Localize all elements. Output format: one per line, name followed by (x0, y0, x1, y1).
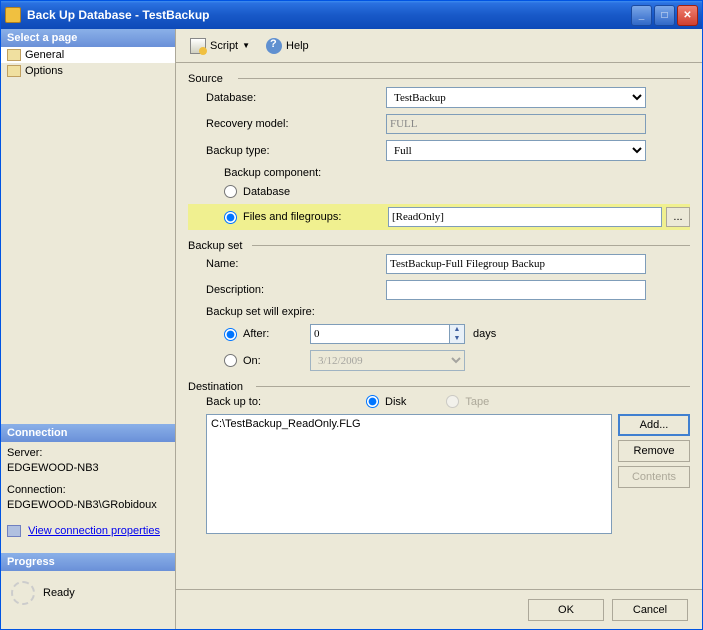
select-page-header: Select a page (1, 29, 175, 47)
ok-button[interactable]: OK (528, 599, 604, 621)
browse-filegroups-button[interactable]: ... (666, 207, 690, 227)
backup-description-field[interactable] (386, 280, 646, 300)
progress-header: Progress (1, 553, 175, 571)
radio-on[interactable]: On: (224, 354, 310, 367)
radio-files-filegroups[interactable]: Files and filegroups: (224, 211, 388, 224)
back-up-to-label: Back up to: (206, 396, 366, 408)
window-title: Back Up Database - TestBackup (27, 8, 631, 22)
add-button[interactable]: Add... (618, 414, 690, 436)
recovery-model-field (386, 114, 646, 134)
footer: OK Cancel (176, 589, 702, 629)
progress-area: Ready (1, 571, 175, 629)
description-label: Description: (206, 284, 386, 296)
sidebar-item-label: General (25, 49, 64, 61)
contents-button: Contents (618, 466, 690, 488)
expire-label: Backup set will expire: (206, 306, 315, 318)
recovery-model-label: Recovery model: (206, 118, 386, 130)
backup-set-legend: Backup set (188, 240, 246, 252)
destination-fieldset: Destination Back up to: Disk Tape (188, 381, 690, 534)
radio-tape: Tape (446, 395, 489, 408)
destination-legend: Destination (188, 381, 247, 393)
help-label: Help (286, 40, 309, 52)
source-fieldset: Source Database: TestBackup Recovery mod… (188, 73, 690, 236)
server-label: Server: (7, 446, 169, 461)
radio-disk[interactable]: Disk (366, 395, 406, 408)
script-label: Script (210, 40, 238, 52)
toolbar: Script ▼ Help (176, 29, 702, 63)
page-icon (7, 49, 21, 61)
name-label: Name: (206, 258, 386, 270)
radio-disk-input[interactable] (366, 395, 379, 408)
chevron-down-icon: ▼ (242, 41, 250, 50)
minimize-button[interactable]: _ (631, 5, 652, 26)
database-select[interactable]: TestBackup (386, 87, 646, 108)
page-icon (7, 65, 21, 77)
source-legend: Source (188, 73, 227, 85)
radio-database-input[interactable] (224, 185, 237, 198)
cancel-button[interactable]: Cancel (612, 599, 688, 621)
after-days-field[interactable] (310, 324, 450, 344)
radio-tape-input (446, 395, 459, 408)
help-icon (266, 38, 282, 54)
titlebar[interactable]: Back Up Database - TestBackup _ □ ✕ (1, 1, 702, 29)
maximize-button[interactable]: □ (654, 5, 675, 26)
filegroups-field[interactable] (388, 207, 662, 227)
server-value: EDGEWOOD-NB3 (7, 461, 169, 476)
connection-info: Server: EDGEWOOD-NB3 Connection: EDGEWOO… (1, 442, 175, 543)
destination-list[interactable]: C:\TestBackup_ReadOnly.FLG (206, 414, 612, 534)
help-button[interactable]: Help (260, 35, 315, 57)
backup-name-field[interactable] (386, 254, 646, 274)
sidebar-item-label: Options (25, 65, 63, 77)
spinner-buttons[interactable]: ▲▼ (450, 324, 465, 344)
days-unit: days (473, 328, 496, 340)
script-icon (190, 38, 206, 54)
progress-status: Ready (43, 587, 75, 599)
app-icon (5, 7, 21, 23)
backup-component-label: Backup component: (224, 167, 321, 179)
radio-after-input[interactable] (224, 328, 237, 341)
connection-header: Connection (1, 424, 175, 442)
close-button[interactable]: ✕ (677, 5, 698, 26)
radio-after[interactable]: After: (224, 328, 310, 341)
properties-icon (7, 525, 21, 537)
progress-spinner-icon (11, 581, 35, 605)
backup-set-fieldset: Backup set Name: Description: Backup set… (188, 240, 690, 377)
connection-value: EDGEWOOD-NB3\GRobidoux (7, 498, 169, 513)
destination-list-item[interactable]: C:\TestBackup_ReadOnly.FLG (209, 417, 609, 431)
expire-date-select: 3/12/2009 (310, 350, 465, 371)
remove-button[interactable]: Remove (618, 440, 690, 462)
backup-type-label: Backup type: (206, 145, 386, 157)
sidebar-item-options[interactable]: Options (1, 63, 175, 79)
backup-database-window: Back Up Database - TestBackup _ □ ✕ Sele… (0, 0, 703, 630)
script-button[interactable]: Script ▼ (184, 35, 256, 57)
radio-on-input[interactable] (224, 354, 237, 367)
database-label: Database: (206, 92, 386, 104)
sidebar: Select a page General Options Connection… (1, 29, 176, 629)
sidebar-item-general[interactable]: General (1, 47, 175, 63)
connection-label: Connection: (7, 483, 169, 498)
radio-database[interactable]: Database (224, 185, 290, 198)
view-connection-properties-link[interactable]: View connection properties (28, 525, 160, 537)
radio-files-input[interactable] (224, 211, 237, 224)
backup-type-select[interactable]: Full (386, 140, 646, 161)
